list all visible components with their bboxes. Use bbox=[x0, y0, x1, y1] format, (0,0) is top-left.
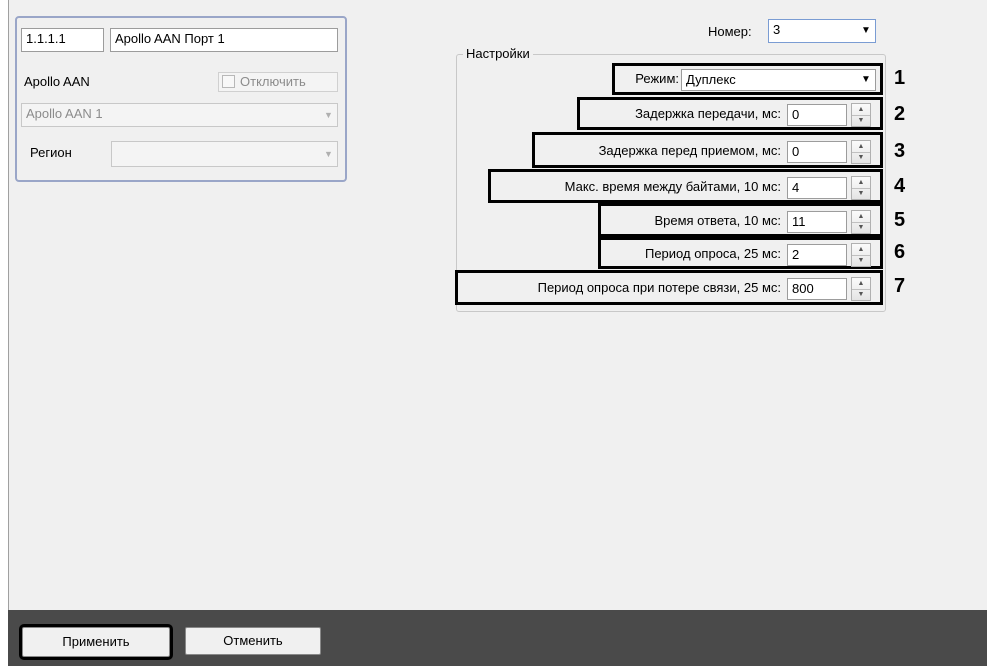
spin-up-icon[interactable]: ▲ bbox=[852, 141, 870, 152]
poll-period-label: Период опроса, 25 мс: bbox=[644, 246, 781, 261]
spin-up-icon[interactable]: ▲ bbox=[852, 177, 870, 188]
transmit-delay-row: Задержка передачи, мс: 0 ▲ ▼ bbox=[577, 97, 883, 130]
callout-2: 2 bbox=[894, 103, 906, 125]
mode-label: Режим: bbox=[635, 71, 679, 86]
poll-period-spinner[interactable]: ▲ ▼ bbox=[851, 243, 871, 267]
callout-5: 5 bbox=[894, 209, 906, 231]
receive-delay-input[interactable]: 0 bbox=[787, 141, 847, 163]
chevron-down-icon: ▼ bbox=[324, 110, 333, 120]
disable-checkbox-control[interactable]: Отключить bbox=[218, 72, 338, 92]
disable-checkbox[interactable] bbox=[222, 75, 235, 88]
object-name-field[interactable]: Apollo AAN Порт 1 bbox=[110, 28, 338, 52]
chevron-down-icon: ▼ bbox=[861, 74, 871, 85]
spin-down-icon[interactable]: ▼ bbox=[852, 288, 870, 301]
response-time-input[interactable]: 11 bbox=[787, 211, 847, 233]
spin-down-icon[interactable]: ▼ bbox=[852, 254, 870, 267]
max-byte-time-row: Макс. время между байтами, 10 мс: 4 ▲ ▼ bbox=[488, 169, 883, 203]
chevron-down-icon: ▼ bbox=[861, 25, 871, 36]
spin-up-icon[interactable]: ▲ bbox=[852, 211, 870, 222]
lost-connection-poll-row: Период опроса при потере связи, 25 мс: 8… bbox=[455, 270, 883, 305]
lost-connection-poll-input[interactable]: 800 bbox=[787, 278, 847, 300]
device-select-value: Apollo AAN 1 bbox=[26, 106, 103, 121]
device-select[interactable]: Apollo AAN 1 ▼ bbox=[21, 103, 338, 127]
number-label: Номер: bbox=[708, 24, 752, 39]
transmit-delay-label: Задержка передачи, мс: bbox=[635, 106, 781, 121]
disable-checkbox-label: Отключить bbox=[240, 74, 306, 89]
callout-7: 7 bbox=[894, 275, 906, 297]
spin-down-icon[interactable]: ▼ bbox=[852, 221, 870, 234]
callout-3: 3 bbox=[894, 140, 906, 162]
max-byte-time-input[interactable]: 4 bbox=[787, 177, 847, 199]
lost-connection-poll-label: Период опроса при потере связи, 25 мс: bbox=[537, 280, 781, 295]
max-byte-time-spinner[interactable]: ▲ ▼ bbox=[851, 176, 871, 200]
apply-button[interactable]: Применить bbox=[19, 624, 173, 660]
parent-object-label: Apollo AAN bbox=[24, 74, 90, 89]
lost-connection-poll-spinner[interactable]: ▲ ▼ bbox=[851, 277, 871, 301]
poll-period-row: Период опроса, 25 мс: 2 ▲ ▼ bbox=[598, 237, 883, 269]
response-time-label: Время ответа, 10 мс: bbox=[654, 213, 781, 228]
callout-1: 1 bbox=[894, 67, 906, 89]
spin-up-icon[interactable]: ▲ bbox=[852, 244, 870, 255]
cancel-button[interactable]: Отменить bbox=[185, 627, 321, 655]
receive-delay-spinner[interactable]: ▲ ▼ bbox=[851, 140, 871, 164]
spin-down-icon[interactable]: ▼ bbox=[852, 187, 870, 200]
receive-delay-row: Задержка перед приемом, мс: 0 ▲ ▼ bbox=[532, 132, 883, 168]
transmit-delay-input[interactable]: 0 bbox=[787, 104, 847, 126]
response-time-row: Время ответа, 10 мс: 11 ▲ ▼ bbox=[598, 203, 883, 237]
callout-4: 4 bbox=[894, 175, 906, 197]
mode-select-value: Дуплекс bbox=[686, 72, 736, 87]
callout-6: 6 bbox=[894, 241, 906, 263]
receive-delay-label: Задержка перед приемом, мс: bbox=[598, 143, 781, 158]
region-select[interactable]: ▼ bbox=[111, 141, 338, 167]
spin-down-icon[interactable]: ▼ bbox=[852, 114, 870, 127]
max-byte-time-label: Макс. время между байтами, 10 мс: bbox=[564, 179, 781, 194]
number-select-value: 3 bbox=[773, 22, 781, 37]
spin-down-icon[interactable]: ▼ bbox=[852, 151, 870, 164]
spin-up-icon[interactable]: ▲ bbox=[852, 278, 870, 289]
poll-period-input[interactable]: 2 bbox=[787, 244, 847, 266]
region-label: Регион bbox=[30, 145, 72, 160]
mode-select[interactable]: Дуплекс ▼ bbox=[681, 69, 876, 91]
response-time-spinner[interactable]: ▲ ▼ bbox=[851, 210, 871, 234]
transmit-delay-spinner[interactable]: ▲ ▼ bbox=[851, 103, 871, 127]
settings-group-title: Настройки bbox=[463, 46, 533, 62]
object-id-field[interactable]: 1.1.1.1 bbox=[21, 28, 104, 52]
chevron-down-icon: ▼ bbox=[324, 149, 333, 159]
spin-up-icon[interactable]: ▲ bbox=[852, 104, 870, 115]
number-select[interactable]: 3 ▼ bbox=[768, 19, 876, 43]
mode-row: Режим: Дуплекс ▼ bbox=[612, 63, 883, 95]
